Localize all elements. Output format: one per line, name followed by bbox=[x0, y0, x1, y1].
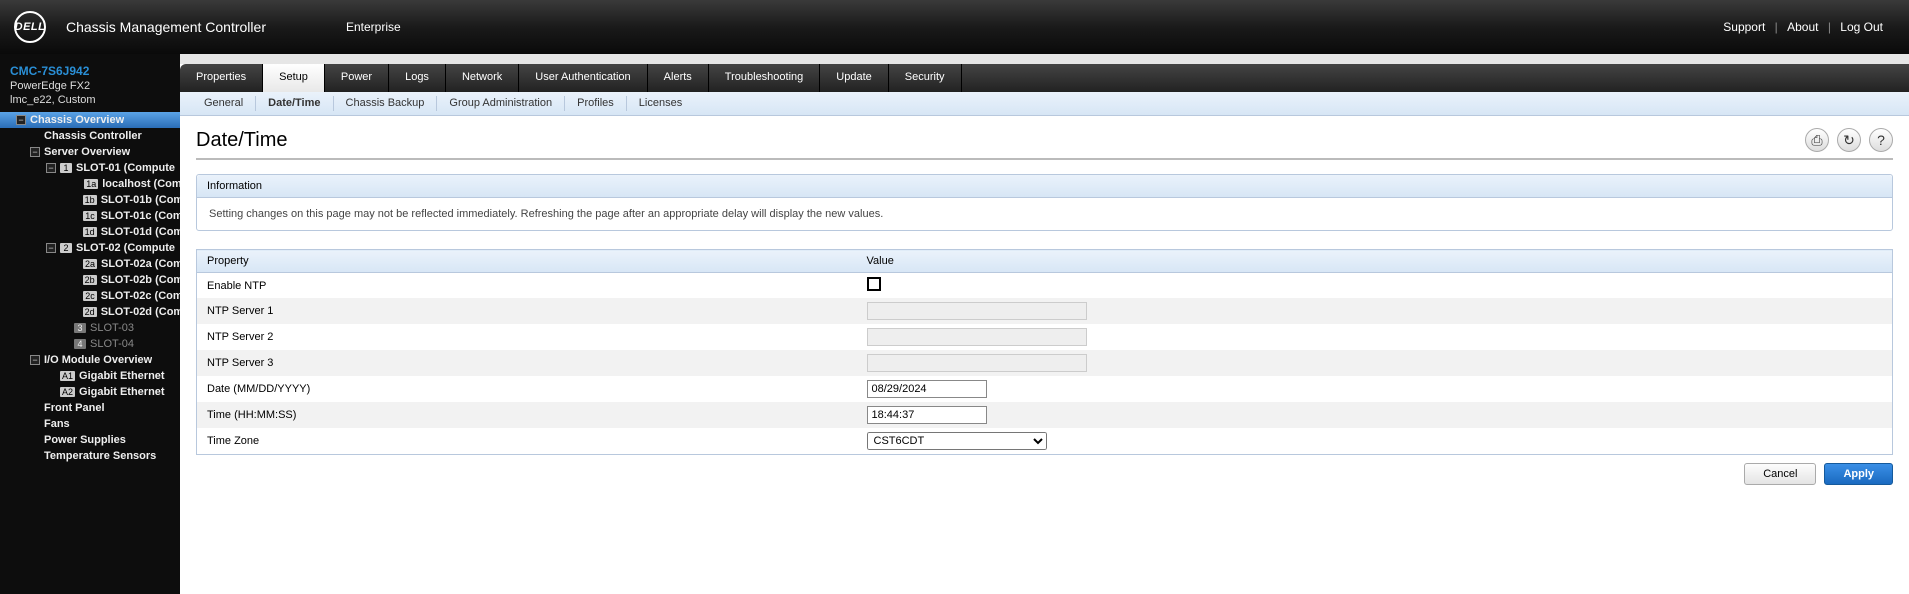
separator: | bbox=[1775, 20, 1778, 34]
about-link[interactable]: About bbox=[1781, 20, 1824, 34]
tab-alerts[interactable]: Alerts bbox=[648, 64, 709, 92]
collapse-icon[interactable]: − bbox=[30, 355, 40, 365]
tree-server-overview[interactable]: −Server Overview bbox=[0, 144, 180, 160]
collapse-icon[interactable]: − bbox=[16, 115, 26, 125]
subtab-group-administration[interactable]: Group Administration bbox=[437, 92, 564, 115]
label-timezone: Time Zone bbox=[197, 428, 857, 455]
label-ntp1: NTP Server 1 bbox=[197, 298, 857, 324]
brand-bar: DELL Chassis Management Controller Enter… bbox=[0, 0, 1909, 54]
device-id[interactable]: CMC-7S6J942 bbox=[0, 60, 180, 80]
tab-power[interactable]: Power bbox=[325, 64, 389, 92]
primary-tabs: Properties Setup Power Logs Network User… bbox=[180, 64, 1909, 92]
tree-front-panel[interactable]: Front Panel bbox=[0, 400, 180, 416]
app-subtitle: Enterprise bbox=[346, 20, 401, 34]
row-timezone: Time Zone CST6CDT bbox=[197, 428, 1893, 455]
tree-chassis-controller[interactable]: Chassis Controller bbox=[0, 128, 180, 144]
label-enable-ntp: Enable NTP bbox=[197, 273, 857, 299]
page-title: Date/Time bbox=[196, 129, 288, 152]
tree-slot-01a[interactable]: 1alocalhost (Com bbox=[0, 176, 180, 192]
subtab-chassis-backup[interactable]: Chassis Backup bbox=[334, 92, 437, 115]
tree-slot-02b[interactable]: 2bSLOT-02b (Com bbox=[0, 272, 180, 288]
tree-slot-01c[interactable]: 1cSLOT-01c (Com bbox=[0, 208, 180, 224]
tab-network[interactable]: Network bbox=[446, 64, 519, 92]
row-ntp3: NTP Server 3 bbox=[197, 350, 1893, 376]
info-box-header: Information bbox=[197, 175, 1892, 198]
time-input[interactable] bbox=[867, 406, 987, 424]
label-ntp2: NTP Server 2 bbox=[197, 324, 857, 350]
row-ntp1: NTP Server 1 bbox=[197, 298, 1893, 324]
properties-table: Property Value Enable NTP NTP Server 1 N… bbox=[196, 249, 1893, 455]
collapse-icon[interactable]: − bbox=[46, 163, 56, 173]
dell-logo: DELL bbox=[14, 11, 46, 43]
header-links: Support | About | Log Out bbox=[1717, 20, 1889, 34]
row-time: Time (HH:MM:SS) bbox=[197, 402, 1893, 428]
tree-io-module-overview[interactable]: −I/O Module Overview bbox=[0, 352, 180, 368]
tree-power-supplies[interactable]: Power Supplies bbox=[0, 432, 180, 448]
tree-io-a1[interactable]: A1Gigabit Ethernet bbox=[0, 368, 180, 384]
date-input[interactable] bbox=[867, 380, 987, 398]
nav-tree: −Chassis Overview Chassis Controller −Se… bbox=[0, 112, 180, 464]
tab-user-authentication[interactable]: User Authentication bbox=[519, 64, 647, 92]
device-user: lmc_e22, Custom bbox=[0, 94, 180, 112]
help-button[interactable]: ? bbox=[1869, 128, 1893, 152]
tab-security[interactable]: Security bbox=[889, 64, 962, 92]
print-button[interactable]: ⎙ bbox=[1805, 128, 1829, 152]
tab-troubleshooting[interactable]: Troubleshooting bbox=[709, 64, 820, 92]
refresh-icon: ↻ bbox=[1843, 132, 1855, 149]
subtab-profiles[interactable]: Profiles bbox=[565, 92, 626, 115]
ntp-server-2-input[interactable] bbox=[867, 328, 1087, 346]
enable-ntp-checkbox[interactable] bbox=[867, 277, 881, 291]
ntp-server-1-input[interactable] bbox=[867, 302, 1087, 320]
cancel-button[interactable]: Cancel bbox=[1744, 463, 1816, 485]
tree-io-a2[interactable]: A2Gigabit Ethernet bbox=[0, 384, 180, 400]
tab-logs[interactable]: Logs bbox=[389, 64, 446, 92]
subtab-licenses[interactable]: Licenses bbox=[627, 92, 694, 115]
sidebar: CMC-7S6J942 PowerEdge FX2 lmc_e22, Custo… bbox=[0, 54, 180, 594]
col-property: Property bbox=[197, 250, 857, 273]
collapse-icon[interactable]: − bbox=[46, 243, 56, 253]
tree-slot-02d[interactable]: 2dSLOT-02d (Com bbox=[0, 304, 180, 320]
app-title: Chassis Management Controller bbox=[66, 19, 266, 35]
tree-slot-03[interactable]: 3SLOT-03 bbox=[0, 320, 180, 336]
collapse-icon[interactable]: − bbox=[30, 147, 40, 157]
tree-slot-02c[interactable]: 2cSLOT-02c (Com bbox=[0, 288, 180, 304]
apply-button[interactable]: Apply bbox=[1824, 463, 1893, 485]
row-date: Date (MM/DD/YYYY) bbox=[197, 376, 1893, 402]
subtab-date-time[interactable]: Date/Time bbox=[256, 92, 332, 115]
logo-text: DELL bbox=[15, 21, 46, 33]
tree-temperature-sensors[interactable]: Temperature Sensors bbox=[0, 448, 180, 464]
label-date: Date (MM/DD/YYYY) bbox=[197, 376, 857, 402]
tree-slot-01d[interactable]: 1dSLOT-01d (Com bbox=[0, 224, 180, 240]
subtab-general[interactable]: General bbox=[192, 92, 255, 115]
tree-slot-02[interactable]: −2SLOT-02 (Compute bbox=[0, 240, 180, 256]
label-time: Time (HH:MM:SS) bbox=[197, 402, 857, 428]
col-value: Value bbox=[857, 250, 1893, 273]
logout-link[interactable]: Log Out bbox=[1834, 20, 1889, 34]
timezone-select[interactable]: CST6CDT bbox=[867, 432, 1047, 450]
tab-properties[interactable]: Properties bbox=[180, 64, 263, 92]
label-ntp3: NTP Server 3 bbox=[197, 350, 857, 376]
tree-slot-01b[interactable]: 1bSLOT-01b (Com bbox=[0, 192, 180, 208]
tree-slot-01[interactable]: −1SLOT-01 (Compute bbox=[0, 160, 180, 176]
divider bbox=[196, 158, 1893, 160]
tree-fans[interactable]: Fans bbox=[0, 416, 180, 432]
printer-icon: ⎙ bbox=[1811, 132, 1822, 149]
secondary-tabs: General Date/Time Chassis Backup Group A… bbox=[180, 92, 1909, 116]
main-panel: Properties Setup Power Logs Network User… bbox=[180, 54, 1909, 594]
info-box-body: Setting changes on this page may not be … bbox=[197, 198, 1892, 230]
row-enable-ntp: Enable NTP bbox=[197, 273, 1893, 299]
tab-setup[interactable]: Setup bbox=[263, 64, 325, 92]
row-ntp2: NTP Server 2 bbox=[197, 324, 1893, 350]
tree-slot-02a[interactable]: 2aSLOT-02a (Com bbox=[0, 256, 180, 272]
tab-update[interactable]: Update bbox=[820, 64, 888, 92]
question-icon: ? bbox=[1877, 132, 1885, 148]
support-link[interactable]: Support bbox=[1717, 20, 1771, 34]
separator: | bbox=[1828, 20, 1831, 34]
info-box: Information Setting changes on this page… bbox=[196, 174, 1893, 231]
tree-chassis-overview[interactable]: −Chassis Overview bbox=[0, 112, 180, 128]
ntp-server-3-input[interactable] bbox=[867, 354, 1087, 372]
refresh-button[interactable]: ↻ bbox=[1837, 128, 1861, 152]
tree-slot-04[interactable]: 4SLOT-04 bbox=[0, 336, 180, 352]
